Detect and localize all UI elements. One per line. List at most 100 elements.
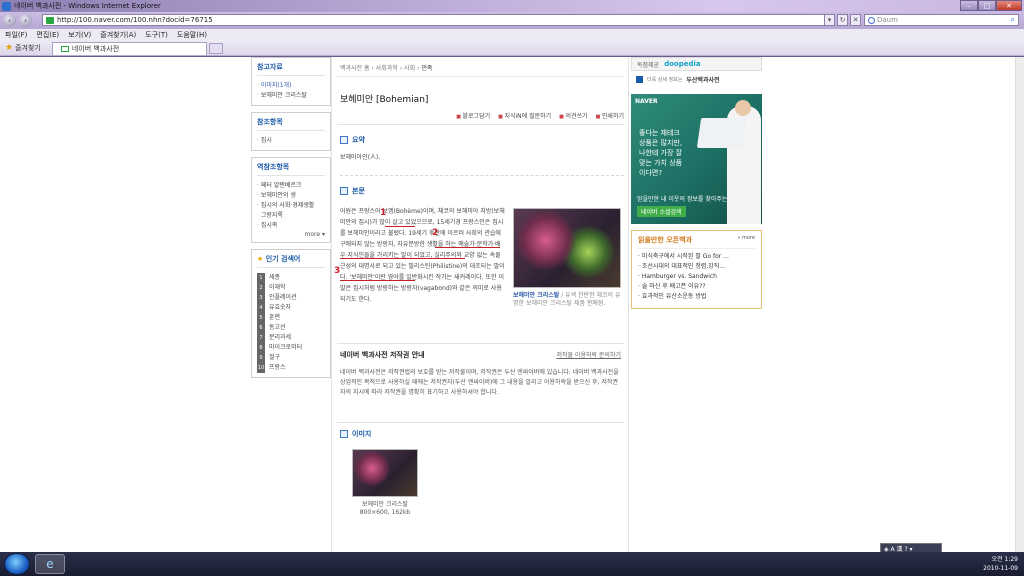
related-link[interactable]: 페터 알텐베르크 [257,181,325,191]
popular-item[interactable]: 2 이재학 [257,283,325,293]
minimize-button[interactable]: – [960,0,978,11]
related-box: 역참조항목 페터 알텐베르크 보헤미안의 생 집시의 사회·경제생활 그랑지록 … [251,157,331,243]
body-heading: 본문 [340,186,624,196]
laptop-illustration [696,118,748,148]
dropdown-icon[interactable]: ▾ [824,14,835,26]
image-caption-title[interactable]: 보헤미안 크리스탈 [340,501,430,509]
popular-item[interactable]: 7 분리과세 [257,333,325,343]
popular-item[interactable]: 10 프랑스 [257,363,325,373]
tab-naver-encyclopedia[interactable]: 네이버 백과사전 [51,41,207,55]
popular-item-label: 분리과세 [269,334,292,341]
popular-item[interactable]: 8 마이크로미터 [257,343,325,353]
rank-badge: 2 [257,283,265,293]
more-link[interactable]: more ▾ [257,231,325,238]
image-thumbnail[interactable] [352,449,418,497]
breadcrumb-item[interactable]: 민족 [421,65,432,72]
doopedia-logo[interactable]: doopedia [664,60,701,68]
daum-icon [868,17,875,24]
rank-badge: 5 [257,313,265,323]
popular-item[interactable]: 9 절구 [257,353,325,363]
search-placeholder: Daum [877,16,898,24]
related-link[interactable]: 그랑지록 [257,211,325,221]
search-icon[interactable]: ⌕ [1011,15,1015,25]
reference-link[interactable]: 이미지(1개) [257,81,325,91]
summary-text: 보헤미아인(人). [340,152,624,176]
copyright-notice: 네이버 백과사전 저작권 안내 저작물 이용허락 문의하기 네이버 백과사전은 … [337,343,624,404]
popular-item[interactable]: 1 세종 [257,273,325,283]
related-link[interactable]: 보헤미안의 생 [257,191,325,201]
recommended-item[interactable]: 효과적인 유산소운동 방법 [638,292,755,302]
blog-button[interactable]: 블로그담기 [456,111,491,120]
popular-item[interactable]: 4 유효숫자 [257,303,325,313]
photo-caption: 보헤미안 크리스탈 / 유색 찬란한 체코의 유명한 보헤미안 크리스탈 제품 … [513,292,623,308]
favorites-button[interactable]: ★ 즐겨찾기 [0,43,46,53]
popular-item[interactable]: 5 훈련 [257,313,325,323]
related-link[interactable]: 집시족 [257,221,325,231]
windows-taskbar: e 오전 1:29 2010-11-09 [0,552,1024,576]
ask-kin-button[interactable]: 지식iN에 질문하기 [498,111,551,120]
recommended-item[interactable]: 조선시대의 대표적인 청렴,강직... [638,262,755,272]
reference-link[interactable]: 보헤미안 크리스탈 [257,91,325,101]
ad-cta-button[interactable]: 네이버 소셜검색 [637,206,686,217]
rank-badge: 9 [257,353,265,363]
breadcrumb-item[interactable]: 사회 [404,65,415,72]
crystal-shop-photo[interactable] [513,208,621,288]
popular-item-label: 훈련 [269,314,281,321]
system-clock[interactable]: 오전 1:29 2010-11-09 [983,555,1018,573]
url-text: http://100.naver.com/100.nhn?docid=76715 [57,16,213,24]
popular-item[interactable]: 6 동고선 [257,323,325,333]
back-button[interactable]: ‹ [3,14,16,27]
photo-caption-link[interactable]: 보헤미안 크리스탈 [513,292,559,299]
document-icon [340,187,348,195]
copyright-inquiry-link[interactable]: 저작물 이용허락 문의하기 [556,350,621,360]
vertical-scrollbar[interactable] [1015,57,1024,552]
right-sidebar: 독점제공 doopedia 더욱 상세 정보는 두산백과사전 NAVER 좋다는… [631,57,762,309]
taskbar-ie-icon[interactable]: e [35,554,65,574]
related-link[interactable]: 집시의 사회·경제생활 [257,201,325,211]
rank-badge: 4 [257,303,265,313]
rank-badge: 1 [257,273,265,283]
recommended-item[interactable]: 미식축구에서 시작된 팔 Go for ... [638,252,755,262]
menu-view[interactable]: 보기(V) [68,30,91,40]
menu-tools[interactable]: 도구(T) [145,30,168,40]
menu-file[interactable]: 파일(F) [5,30,27,40]
provider-sub-link[interactable]: 두산백과사전 [686,75,719,84]
address-field[interactable]: http://100.naver.com/100.nhn?docid=76715 [42,14,832,26]
new-tab-button[interactable] [208,42,223,54]
recommended-item[interactable]: Hamburger vs. Sandwich [638,272,755,282]
recommended-more-link[interactable]: » more [737,235,755,245]
page-title: 보헤미안 [Bohemian] [340,95,429,105]
forward-button[interactable]: › [19,14,32,27]
stop-icon[interactable]: ✕ [850,14,861,26]
menu-favorites[interactable]: 즐겨찾기(A) [100,30,136,40]
popular-title: ★ 인기 검색어 [257,254,325,268]
maximize-button[interactable]: □ [978,0,996,11]
comment-button[interactable]: 의견쓰기 [559,111,587,120]
recommended-item[interactable]: 술 마신 후 배고픈 이유?? [638,282,755,292]
menu-edit[interactable]: 편집(E) [36,30,59,40]
close-button[interactable]: ✕ [996,0,1022,11]
menu-help[interactable]: 도움말(H) [177,30,207,40]
search-input[interactable]: Daum ⌕ [864,14,1019,26]
see-also-link[interactable]: 집시 [257,136,325,146]
related-title: 역참조항목 [257,162,325,176]
breadcrumb: 백과사전 홈 › 사회과학 › 사회 › 민족 [337,57,624,77]
rank-badge: 3 [257,293,265,303]
popular-item-label: 프랑스 [269,364,286,371]
favorites-label: 즐겨찾기 [15,44,41,52]
breadcrumb-item[interactable]: 사회과학 [376,65,398,72]
advertisement-banner[interactable]: NAVER 좋다는 재테크 상품은 많지만, 나한테 가장 잘 맞는 가치 상품… [631,94,762,224]
see-also-title: 참조항목 [257,117,325,131]
print-button[interactable]: 인쇄하기 [596,111,624,120]
refresh-icon[interactable]: ↻ [837,14,848,26]
rank-badge: 10 [257,363,265,373]
start-button[interactable] [4,553,30,575]
image-caption: 보헤미안 크리스탈 800×600, 162kb [340,501,430,517]
tab-label: 네이버 백과사전 [71,44,120,53]
annotation-2: 2 [432,228,439,238]
popular-item[interactable]: 3 인플레이션 [257,293,325,303]
annotation-underline [340,280,415,281]
summary-heading: 요약 [340,135,624,145]
images-heading-label: 이미지 [352,430,372,438]
breadcrumb-item[interactable]: 백과사전 홈 [340,65,370,72]
